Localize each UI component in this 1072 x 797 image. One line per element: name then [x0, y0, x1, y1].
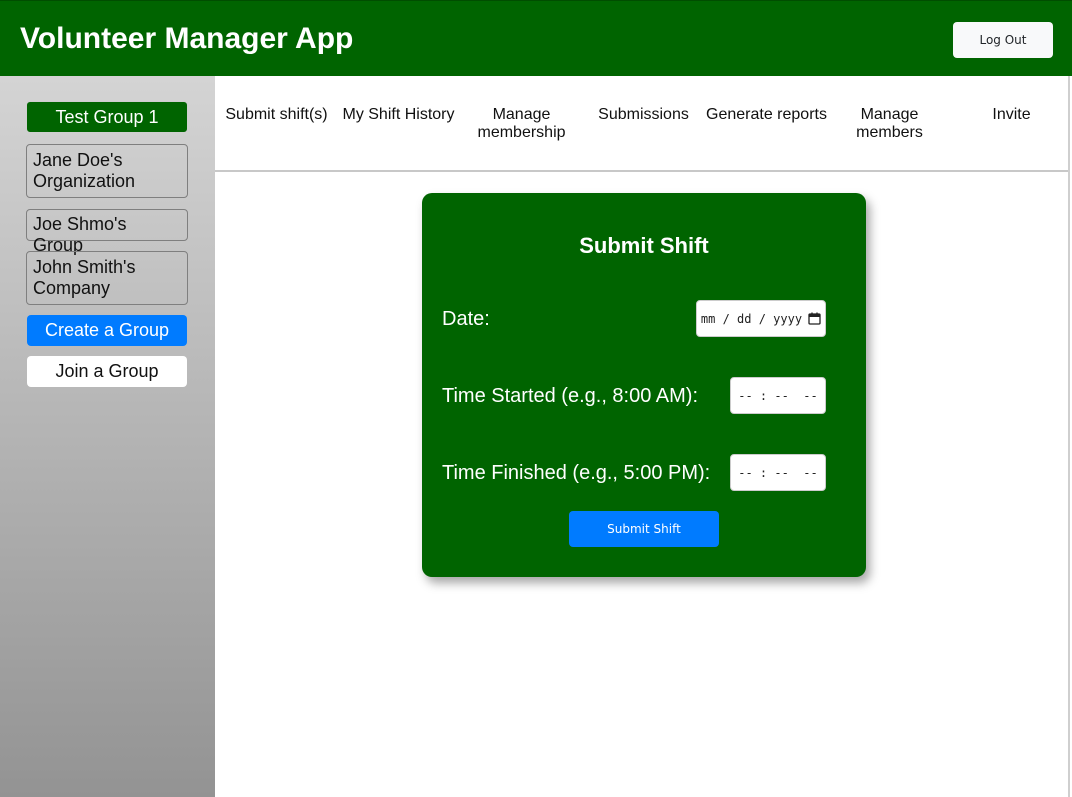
nav-manage-membership[interactable]: Manage membership [460, 106, 583, 142]
sidebar-item-jane-does-organization[interactable]: Jane Doe's Organization [26, 144, 188, 198]
time-finished-input[interactable]: -- : -- -- [730, 454, 826, 491]
time-finished-label: Time Finished (e.g., 5:00 PM): [442, 462, 711, 484]
time-started-input[interactable]: -- : -- -- [730, 377, 826, 414]
date-input-placeholder: mm / dd / yyyy [700, 311, 803, 326]
app-header: Volunteer Manager App Log Out [0, 0, 1072, 76]
sidebar: Test Group 1 Jane Doe's Organization Joe… [0, 76, 215, 797]
nav-manage-members[interactable]: Manage members [828, 106, 951, 142]
date-label: Date: [442, 308, 490, 330]
content-border [1068, 76, 1070, 797]
sidebar-item-joe-shmos-group[interactable]: Joe Shmo's Group [26, 209, 188, 255]
top-navigation: Submit shift(s) My Shift History Manage … [215, 76, 1068, 172]
form-title: Submit Shift [579, 233, 709, 258]
sidebar-item-test-group-1[interactable]: Test Group 1 [26, 101, 188, 133]
time-finished-placeholder: -- : -- -- [738, 465, 818, 480]
submit-shift-card: Submit Shift Date: mm / dd / yyyy Time S… [422, 193, 866, 577]
nav-my-shift-history[interactable]: My Shift History [337, 106, 460, 124]
join-group-button[interactable]: Join a Group [27, 356, 187, 387]
logout-button[interactable]: Log Out [953, 22, 1053, 58]
app-title: Volunteer Manager App [20, 22, 354, 55]
nav-invite[interactable]: Invite [950, 106, 1072, 124]
submit-shift-button[interactable]: Submit Shift [569, 511, 719, 547]
nav-submissions[interactable]: Submissions [582, 106, 705, 124]
nav-generate-reports[interactable]: Generate reports [705, 106, 828, 124]
time-started-placeholder: -- : -- -- [738, 388, 818, 403]
time-started-label: Time Started (e.g., 8:00 AM): [442, 385, 699, 407]
date-input[interactable]: mm / dd / yyyy [696, 300, 826, 337]
nav-submit-shifts[interactable]: Submit shift(s) [215, 106, 338, 124]
create-group-button[interactable]: Create a Group [27, 315, 187, 346]
calendar-icon[interactable] [808, 312, 821, 325]
sidebar-item-john-smiths-company[interactable]: John Smith's Company [26, 251, 188, 305]
